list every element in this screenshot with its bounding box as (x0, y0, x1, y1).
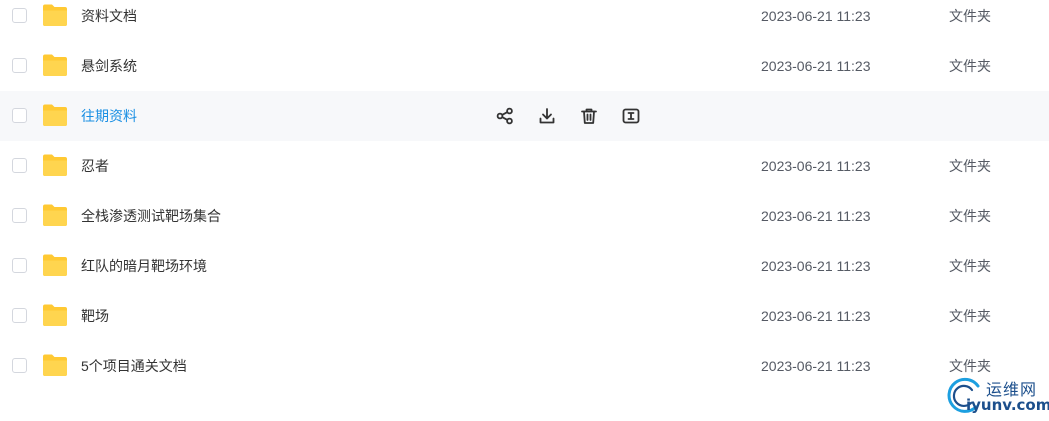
folder-icon (42, 353, 68, 377)
file-row[interactable]: 忍者 2023-06-21 11:23 文件夹 (0, 141, 1049, 191)
file-name[interactable]: 靶场 (81, 291, 109, 341)
file-row[interactable]: 资料文档 2023-06-21 11:23 文件夹 (0, 0, 1049, 41)
row-actions (495, 106, 641, 126)
watermark-text-en: iyunv.com (966, 396, 1049, 414)
modified-date: 2023-06-21 11:23 (761, 308, 871, 324)
folder-icon (42, 303, 68, 327)
file-row[interactable]: 红队的暗月靶场环境 2023-06-21 11:23 文件夹 (0, 241, 1049, 291)
file-name[interactable]: 5个项目通关文档 (81, 341, 187, 391)
modified-date: 2023-06-21 11:23 (761, 358, 871, 374)
folder-icon (42, 253, 68, 277)
folder-icon (42, 3, 68, 27)
file-list: 资料文档 2023-06-21 11:23 文件夹 悬剑系统 2023-06-2… (0, 0, 1049, 391)
file-name[interactable]: 全栈渗透测试靶场集合 (81, 191, 221, 241)
file-name[interactable]: 往期资料 (81, 91, 137, 141)
file-type: 文件夹 (949, 58, 991, 74)
file-name[interactable]: 忍者 (81, 141, 109, 191)
row-checkbox[interactable] (12, 58, 27, 73)
row-checkbox[interactable] (12, 358, 27, 373)
modified-date: 2023-06-21 11:23 (761, 58, 871, 74)
modified-date: 2023-06-21 11:23 (761, 158, 871, 174)
row-checkbox[interactable] (12, 108, 27, 123)
file-name[interactable]: 红队的暗月靶场环境 (81, 241, 207, 291)
folder-icon (42, 203, 68, 227)
file-type: 文件夹 (949, 308, 991, 324)
modified-date: 2023-06-21 11:23 (761, 208, 871, 224)
folder-icon (42, 153, 68, 177)
file-row[interactable]: 悬剑系统 2023-06-21 11:23 文件夹 (0, 41, 1049, 91)
row-checkbox[interactable] (12, 208, 27, 223)
file-name[interactable]: 悬剑系统 (81, 41, 137, 91)
modified-date: 2023-06-21 11:23 (761, 8, 871, 24)
modified-date: 2023-06-21 11:23 (761, 258, 871, 274)
file-type: 文件夹 (949, 258, 991, 274)
file-row-hovered[interactable]: 往期资料 (0, 91, 1049, 141)
rename-icon[interactable] (621, 106, 641, 126)
folder-icon (42, 103, 68, 127)
file-row[interactable]: 5个项目通关文档 2023-06-21 11:23 文件夹 (0, 341, 1049, 391)
row-checkbox[interactable] (12, 258, 27, 273)
file-type: 文件夹 (949, 158, 991, 174)
watermark-logo: 运维网 iyunv.com (940, 372, 1049, 421)
row-checkbox[interactable] (12, 158, 27, 173)
file-row[interactable]: 靶场 2023-06-21 11:23 文件夹 (0, 291, 1049, 341)
file-type: 文件夹 (949, 8, 991, 24)
share-icon[interactable] (495, 106, 515, 126)
download-icon[interactable] (537, 106, 557, 126)
folder-icon (42, 53, 68, 77)
row-checkbox[interactable] (12, 308, 27, 323)
file-row[interactable]: 全栈渗透测试靶场集合 2023-06-21 11:23 文件夹 (0, 191, 1049, 241)
row-checkbox[interactable] (12, 8, 27, 23)
file-name[interactable]: 资料文档 (81, 0, 137, 41)
delete-icon[interactable] (579, 106, 599, 126)
file-type: 文件夹 (949, 208, 991, 224)
